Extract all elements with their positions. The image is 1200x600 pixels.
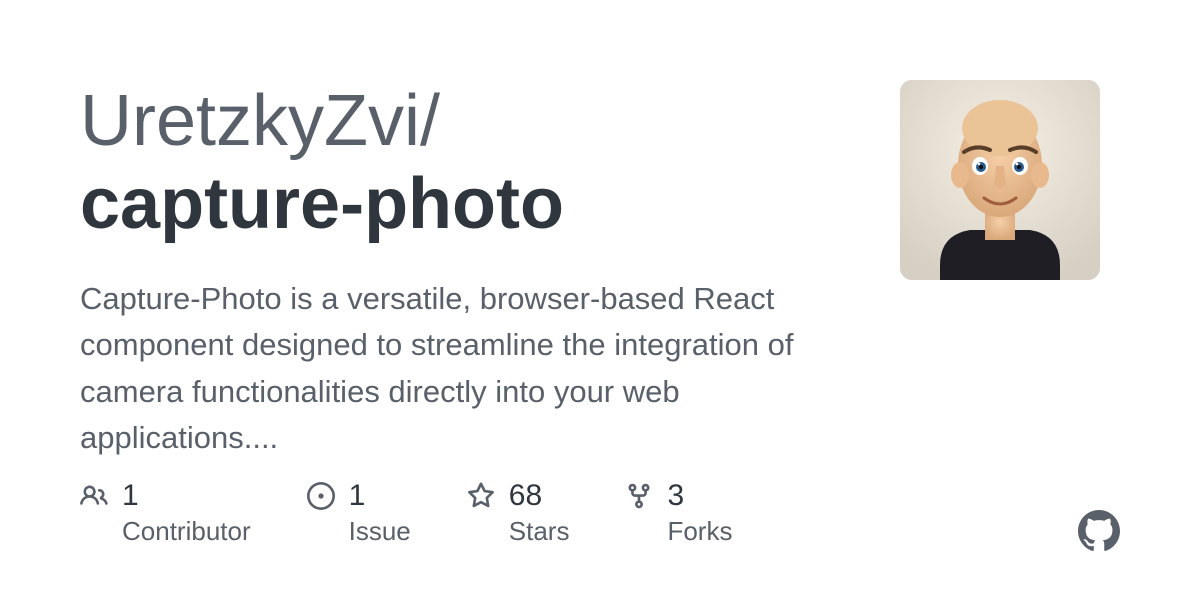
- stat-issues[interactable]: 1 Issue: [307, 478, 411, 547]
- stat-forks[interactable]: 3 Forks: [625, 478, 732, 547]
- people-icon: [80, 482, 108, 510]
- forks-count: 3: [667, 478, 732, 514]
- stat-stars[interactable]: 68 Stars: [467, 478, 570, 547]
- repo-description: Capture-Photo is a versatile, browser-ba…: [80, 276, 860, 462]
- repo-owner[interactable]: UretzkyZvi: [80, 81, 420, 161]
- forks-label: Forks: [667, 516, 732, 547]
- contributors-label: Contributor: [122, 516, 251, 547]
- stars-label: Stars: [509, 516, 570, 547]
- repo-stats: 1 Contributor 1 Issue 68 Sta: [80, 478, 860, 547]
- github-logo-icon[interactable]: [1078, 510, 1120, 552]
- issues-label: Issue: [349, 516, 411, 547]
- stars-count: 68: [509, 478, 570, 514]
- repo-name[interactable]: capture-photo: [80, 163, 860, 246]
- fork-icon: [625, 482, 653, 510]
- issue-icon: [307, 482, 335, 510]
- stat-contributors[interactable]: 1 Contributor: [80, 478, 251, 547]
- star-icon: [467, 482, 495, 510]
- repo-slash: /: [420, 81, 440, 161]
- repo-title: UretzkyZvi/ capture-photo: [80, 80, 860, 246]
- contributors-count: 1: [122, 478, 251, 514]
- issues-count: 1: [349, 478, 411, 514]
- avatar[interactable]: [900, 80, 1100, 280]
